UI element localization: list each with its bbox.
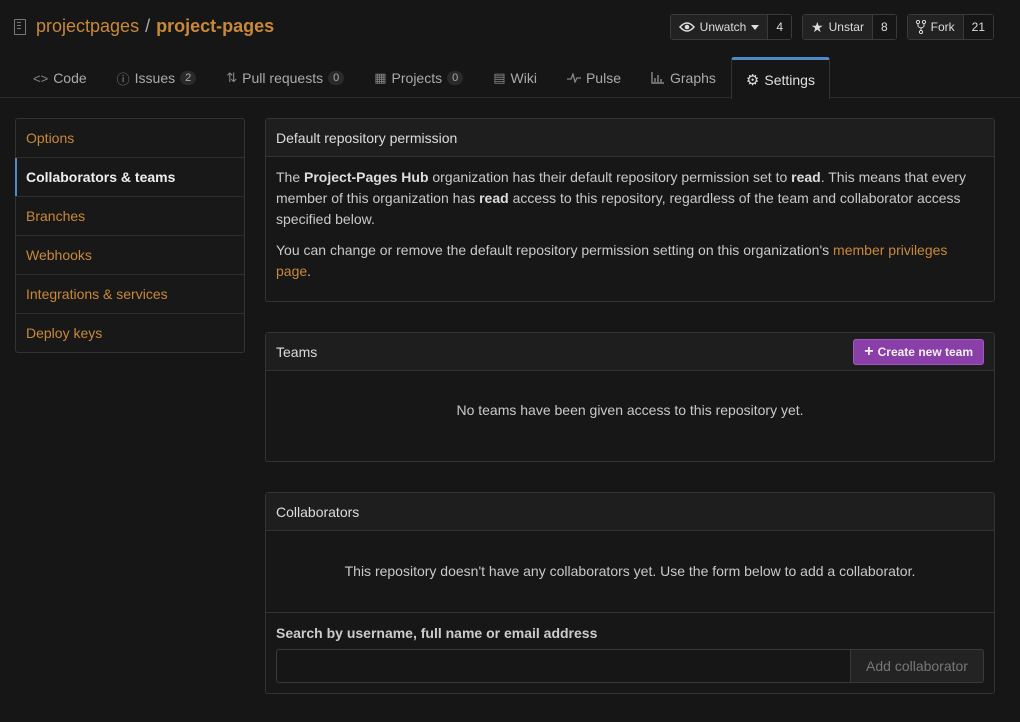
tab-pulse[interactable]: Pulse [552,57,636,98]
sidebar-item-branches[interactable]: Branches [16,197,244,236]
tab-wiki[interactable]: ▤ Wiki [478,57,552,98]
repo-owner-link[interactable]: projectpages [36,16,139,37]
pull-request-icon: ⇅ [226,70,238,85]
default-permission-header: Default repository permission [266,119,994,157]
watchers-count[interactable]: 4 [768,15,792,39]
sidebar-item-webhooks[interactable]: Webhooks [16,236,244,275]
text-part: The [276,169,305,185]
default-permission-body: The Project-Pages Hub organization has t… [266,157,994,302]
default-permission-box: Default repository permission The Projec… [265,118,995,302]
repo-separator: / [145,16,151,36]
issue-icon: ⓘ [116,71,130,87]
pulse-icon [566,73,581,83]
unstar-label: Unstar [828,20,864,34]
code-icon: <> [33,70,49,86]
text-part: . [307,263,312,279]
tab-code[interactable]: <> Code [18,57,102,98]
create-new-team-button[interactable]: + Create new team [853,338,984,365]
sidebar-item-collaborators-teams[interactable]: Collaborators & teams [15,158,244,197]
sidebar-item-options[interactable]: Options [16,119,244,158]
projects-counter: 0 [447,71,464,85]
tab-label: Code [53,70,87,86]
forks-count[interactable]: 21 [963,15,993,39]
teams-empty-message: No teams have been given access to this … [456,402,804,418]
collaborator-search-input[interactable] [276,649,850,683]
teams-box: Teams + Create new team No teams have be… [265,332,995,462]
fork-label: Fork [930,20,955,34]
tab-projects[interactable]: ▦ Projects 0 [359,57,478,98]
repo-icon [14,18,26,35]
graph-icon [651,72,664,84]
issues-counter: 2 [180,71,197,85]
fork-icon [915,20,926,34]
change-permission-text: You can change or remove the default rep… [276,240,984,282]
collaborators-empty-message: This repository doesn't have any collabo… [266,531,994,613]
text-part: organization has their default repositor… [428,169,792,185]
permission-level: read [479,190,509,206]
search-label: Search by username, full name or email a… [276,625,598,641]
repo-name-link[interactable]: project-pages [156,16,274,37]
fork-button-group: Fork 21 [906,14,994,40]
sidebar-item-integrations-services[interactable]: Integrations & services [16,275,244,314]
collaborators-title: Collaborators [276,503,360,520]
repo-title: projectpages / project-pages [14,16,274,37]
tab-label: Issues [134,70,176,86]
text-part: You can change or remove the default rep… [276,242,834,258]
teams-title: Teams [276,343,318,360]
tab-label: Wiki [510,70,537,86]
repo-header: projectpages / project-pages Unwatch 4 ★… [0,0,1020,99]
chevron-down-icon [751,24,760,30]
add-collaborator-button[interactable]: Add collaborator [850,649,984,683]
tab-label: Graphs [670,70,716,86]
unwatch-label: Unwatch [699,20,747,34]
tab-issues[interactable]: ⓘ Issues 2 [102,57,212,98]
watch-button-group: Unwatch 4 [669,14,793,40]
repo-nav-tabs: <> Code ⓘ Issues 2 ⇅ Pull requests 0 ▦ P… [18,57,830,99]
unwatch-button[interactable]: Unwatch [670,15,769,39]
permission-level: read [791,169,821,185]
eye-icon [678,22,695,32]
organization-name: Project-Pages Hub [304,169,429,185]
star-icon: ★ [811,18,824,35]
tab-pull-requests[interactable]: ⇅ Pull requests 0 [211,57,359,98]
star-button-group: ★ Unstar 8 [802,14,897,40]
settings-sidebar: Options Collaborators & teams Branches W… [15,118,245,353]
sidebar-item-deploy-keys[interactable]: Deploy keys [16,314,244,352]
tab-label: Settings [764,71,815,88]
default-permission-text: The Project-Pages Hub organization has t… [276,167,984,230]
add-collaborator-form: Search by username, full name or email a… [266,613,994,683]
collaborators-box: Collaborators This repository doesn't ha… [265,492,995,694]
unstar-button[interactable]: ★ Unstar [803,15,873,39]
default-permission-title: Default repository permission [276,129,458,146]
repo-actions: Unwatch 4 ★ Unstar 8 Fork 21 [669,14,994,40]
create-new-team-label: Create new team [877,344,973,359]
fork-button[interactable]: Fork [907,15,964,39]
gear-icon: ⚙ [745,71,760,89]
tab-label: Projects [391,70,443,86]
plus-icon: + [864,342,874,360]
tab-graphs[interactable]: Graphs [636,57,731,98]
collaborators-header: Collaborators [266,493,994,531]
teams-header: Teams + Create new team [266,333,994,371]
tab-settings[interactable]: ⚙ Settings [730,57,830,99]
search-row: Add collaborator [276,649,984,683]
tab-label: Pull requests [242,70,324,86]
tab-label: Pulse [585,70,621,86]
project-icon: ▦ [374,70,387,85]
pull-requests-counter: 0 [328,71,345,85]
book-icon: ▤ [493,70,506,85]
stargazers-count[interactable]: 8 [872,15,896,39]
